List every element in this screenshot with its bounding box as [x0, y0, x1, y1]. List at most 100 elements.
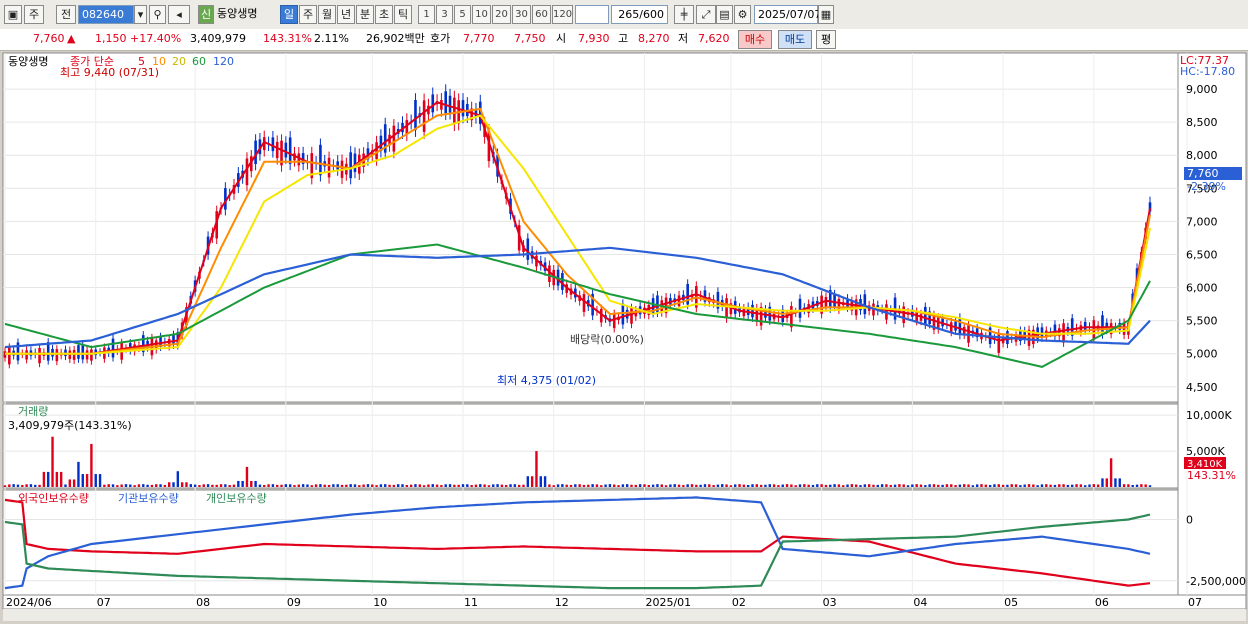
volume-bar	[837, 484, 841, 487]
candle-body	[997, 333, 1001, 353]
volume-bar	[820, 484, 823, 487]
window-icon[interactable]: ▣	[4, 5, 22, 24]
volume-bar	[310, 485, 313, 487]
volume-bar	[734, 484, 737, 487]
volume-bar	[604, 484, 607, 487]
volume-bar	[634, 484, 638, 487]
save-icon[interactable]: ▤	[716, 5, 733, 24]
interval-120[interactable]: 120	[552, 5, 573, 24]
x-tick-label: 11	[464, 596, 478, 609]
volume-bar	[578, 484, 581, 487]
volume-bar	[1027, 484, 1031, 487]
volume-bar	[712, 485, 715, 487]
tab-second[interactable]: 초	[375, 5, 393, 24]
volume-bar	[29, 484, 33, 487]
volume-bar	[993, 484, 996, 487]
volume-bar	[120, 484, 123, 487]
volume-bar	[1049, 484, 1052, 487]
volume-bar	[785, 484, 789, 487]
candle-body	[833, 294, 836, 307]
candle-type-icon[interactable]: ╪	[674, 5, 694, 24]
volume-bar	[280, 484, 283, 487]
volume-bar	[1114, 478, 1117, 487]
low-label: 저	[678, 32, 689, 45]
volume-bar	[254, 480, 257, 487]
interval-20[interactable]: 20	[492, 5, 511, 24]
current-change-label: -2.39%	[1187, 180, 1226, 193]
volume-bar	[38, 484, 41, 487]
tab-minute[interactable]: 분	[356, 5, 374, 24]
candle-body	[327, 157, 331, 178]
volume-bar	[664, 485, 668, 487]
scroll-bar[interactable]	[3, 609, 1246, 621]
candle-body	[924, 306, 927, 325]
volume-bar	[721, 484, 724, 487]
volume-bar	[517, 484, 521, 487]
volume-bar	[906, 485, 910, 487]
volume-bar	[228, 485, 231, 487]
volume-bar	[924, 485, 927, 487]
candle-body	[751, 304, 754, 318]
volume-bar	[854, 484, 858, 487]
current-price-label: 7,760	[1187, 167, 1219, 180]
volume-bar	[1045, 484, 1048, 487]
volume-bar	[314, 484, 318, 487]
tab-tick[interactable]: 틱	[394, 5, 412, 24]
volume-bar	[716, 484, 720, 487]
volume-bar	[746, 485, 750, 487]
interval-60[interactable]: 60	[532, 5, 551, 24]
volume-bar	[297, 484, 301, 487]
stock-code-input[interactable]: 082640	[78, 5, 134, 24]
volume-bar	[42, 471, 46, 487]
count-input[interactable]: 265/600	[611, 5, 668, 24]
volume-bar	[975, 484, 979, 487]
buy-button[interactable]: 매수	[738, 30, 772, 49]
volume-bar	[427, 484, 430, 487]
search-icon[interactable]: ⚲	[149, 5, 166, 24]
volume-bar	[453, 484, 456, 487]
volume-bar	[301, 484, 305, 487]
candle-body	[453, 97, 456, 125]
candle-body	[725, 298, 728, 319]
volume-bar	[824, 484, 828, 487]
interval-5[interactable]: 5	[454, 5, 471, 24]
prev-button[interactable]: 전	[56, 5, 76, 24]
volume-bar	[185, 482, 188, 487]
interval-custom-input[interactable]	[575, 5, 609, 24]
x-tick-label: 07	[1188, 596, 1202, 609]
volume-bar	[409, 484, 413, 487]
tab-month[interactable]: 월	[318, 5, 336, 24]
volume-bar	[600, 485, 603, 487]
chart-svg[interactable]: 4,5005,0005,5006,0006,5007,0007,5008,000…	[0, 51, 1248, 621]
volume-panel-title: 거래량	[18, 405, 48, 418]
volume-bar	[816, 484, 819, 487]
tab-year[interactable]: 년	[337, 5, 355, 24]
avg-button[interactable]: 평	[816, 30, 836, 49]
draw-line-icon[interactable]: ⤢	[696, 5, 716, 24]
volume-bar	[660, 484, 663, 487]
chevron-down-icon[interactable]: ▾	[134, 5, 147, 24]
speaker-icon[interactable]: ◂	[168, 5, 190, 24]
sell-button[interactable]: 매도	[778, 30, 812, 49]
price-tick-label: 6,500	[1186, 248, 1218, 261]
interval-1[interactable]: 1	[418, 5, 435, 24]
chart-area[interactable]: 4,500 5,000 5,500 6,000 6,500 7,000 7,500 8,000…	[0, 51, 1248, 621]
tab-day[interactable]: 일	[280, 5, 298, 24]
volume-bar	[366, 484, 370, 487]
gear-icon[interactable]: ⚙	[734, 5, 751, 24]
tab-week[interactable]: 주	[299, 5, 317, 24]
price-tick-label: 6,000	[1186, 282, 1218, 295]
volume-bar	[271, 484, 275, 487]
volume-bar	[729, 485, 733, 487]
period-main-select[interactable]: 주	[24, 5, 44, 24]
holdings-tick-label: -2,500,000	[1186, 575, 1246, 588]
calendar-icon[interactable]: ▦	[818, 5, 834, 24]
candle-body	[526, 238, 530, 260]
interval-30[interactable]: 30	[512, 5, 531, 24]
volume-bar	[1148, 485, 1152, 487]
interval-10[interactable]: 10	[472, 5, 491, 24]
date-input[interactable]: 2025/07/07	[754, 5, 821, 24]
interval-3[interactable]: 3	[436, 5, 453, 24]
volume-bar	[535, 451, 538, 487]
volume-bar	[422, 485, 426, 487]
